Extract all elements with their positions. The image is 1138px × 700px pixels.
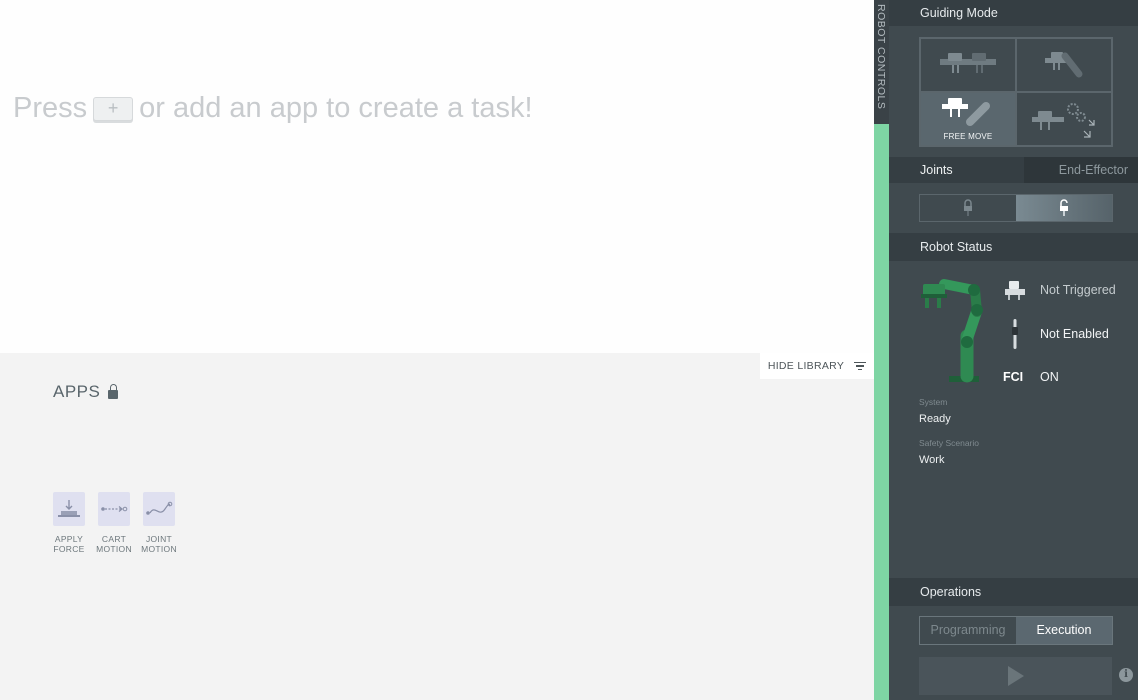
- cart-motion-icon: [98, 492, 130, 526]
- tab-joints[interactable]: Joints: [889, 157, 1024, 183]
- gripper-status-text: Not Triggered: [1040, 283, 1116, 297]
- apply-force-icon: [53, 492, 85, 526]
- play-button[interactable]: [919, 657, 1112, 695]
- joint-lock-toggle: [919, 194, 1113, 222]
- operation-mode-toggle: Programming Execution: [919, 616, 1113, 645]
- guiding-free-move-button[interactable]: FREE MOVE: [920, 92, 1016, 146]
- guiding-mode-grid: FREE MOVE: [919, 37, 1113, 147]
- execution-mode-button[interactable]: Execution: [1016, 617, 1112, 644]
- app-library: HIDE LIBRARY APPS APPLY FORCE CART MOTIO…: [0, 353, 874, 700]
- app-label: APPLY FORCE: [53, 534, 85, 554]
- hint-add-app-text: or add an app to create a task!: [139, 92, 533, 124]
- gripper-icon: [1001, 278, 1029, 302]
- robot-controls-panel: Guiding Mode FREE MOVE Joints End-Effect…: [889, 0, 1138, 700]
- apps-heading: APPS: [53, 382, 119, 402]
- joint-unlocked-icon: [1060, 199, 1068, 216]
- task-workspace: Press + or add an app to create a task!: [0, 0, 874, 353]
- fci-status: ON: [1001, 365, 1131, 389]
- free-move-label: FREE MOVE: [943, 132, 993, 141]
- safety-scenario-value: Work: [919, 454, 945, 466]
- robot-controls-tab[interactable]: ROBOT CONTROLS: [874, 0, 889, 124]
- hint-press-text: Press: [13, 92, 88, 124]
- user-defined-mode-icon: [1032, 103, 1095, 138]
- operations-header: Operations: [889, 578, 1138, 606]
- app-joint-motion[interactable]: JOINT MOTION: [136, 492, 182, 554]
- robot-status-header: Robot Status: [889, 233, 1138, 261]
- app-apply-force[interactable]: APPLY FORCE: [46, 492, 92, 554]
- info-icon[interactable]: i: [1119, 668, 1133, 682]
- enabling-device-status: Not Enabled: [1001, 319, 1131, 349]
- translation-mode-icon: [940, 53, 996, 73]
- programming-mode-button[interactable]: Programming: [920, 617, 1016, 644]
- free-move-icon: [942, 98, 990, 126]
- lock-icon[interactable]: [108, 383, 119, 399]
- enabling-device-icon: [1001, 319, 1029, 349]
- joint-locked-option[interactable]: [920, 195, 1016, 221]
- guiding-translation-button[interactable]: [920, 38, 1016, 92]
- system-label: System: [919, 397, 948, 407]
- system-value: Ready: [919, 413, 951, 425]
- robot-controls-label: ROBOT CONTROLS: [875, 4, 887, 110]
- gripper-status: Not Triggered: [1001, 278, 1131, 302]
- enabling-device-status-text: Not Enabled: [1040, 327, 1109, 341]
- filter-icon: [854, 361, 867, 371]
- tab-end-effector[interactable]: End-Effector: [1024, 157, 1138, 183]
- joints-tabs: Joints End-Effector: [889, 157, 1138, 183]
- guiding-user-defined-button[interactable]: [1016, 92, 1112, 146]
- rotation-mode-icon: [1045, 52, 1083, 78]
- app-cart-motion[interactable]: CART MOTION: [91, 492, 137, 554]
- robot-status-strip: ROBOT CONTROLS: [874, 0, 889, 700]
- play-icon: [1007, 666, 1024, 686]
- hide-library-button[interactable]: HIDE LIBRARY: [760, 353, 874, 379]
- empty-task-hint: Press + or add an app to create a task!: [13, 92, 533, 125]
- joint-motion-icon: [143, 492, 175, 526]
- fci-status-text: ON: [1040, 370, 1059, 384]
- app-label: CART MOTION: [96, 534, 132, 554]
- plus-key-icon: +: [93, 96, 134, 121]
- guiding-mode-header: Guiding Mode: [889, 0, 1138, 26]
- joint-unlocked-option[interactable]: [1016, 195, 1112, 221]
- apps-title: APPS: [53, 382, 101, 401]
- robot-arm-image: [921, 279, 983, 383]
- safety-scenario-label: Safety Scenario: [919, 438, 980, 448]
- guiding-rotation-button[interactable]: [1016, 38, 1112, 92]
- hide-library-label: HIDE LIBRARY: [767, 360, 845, 372]
- joint-locked-icon: [964, 199, 972, 216]
- app-label: JOINT MOTION: [141, 534, 177, 554]
- fci-icon: [1001, 365, 1029, 389]
